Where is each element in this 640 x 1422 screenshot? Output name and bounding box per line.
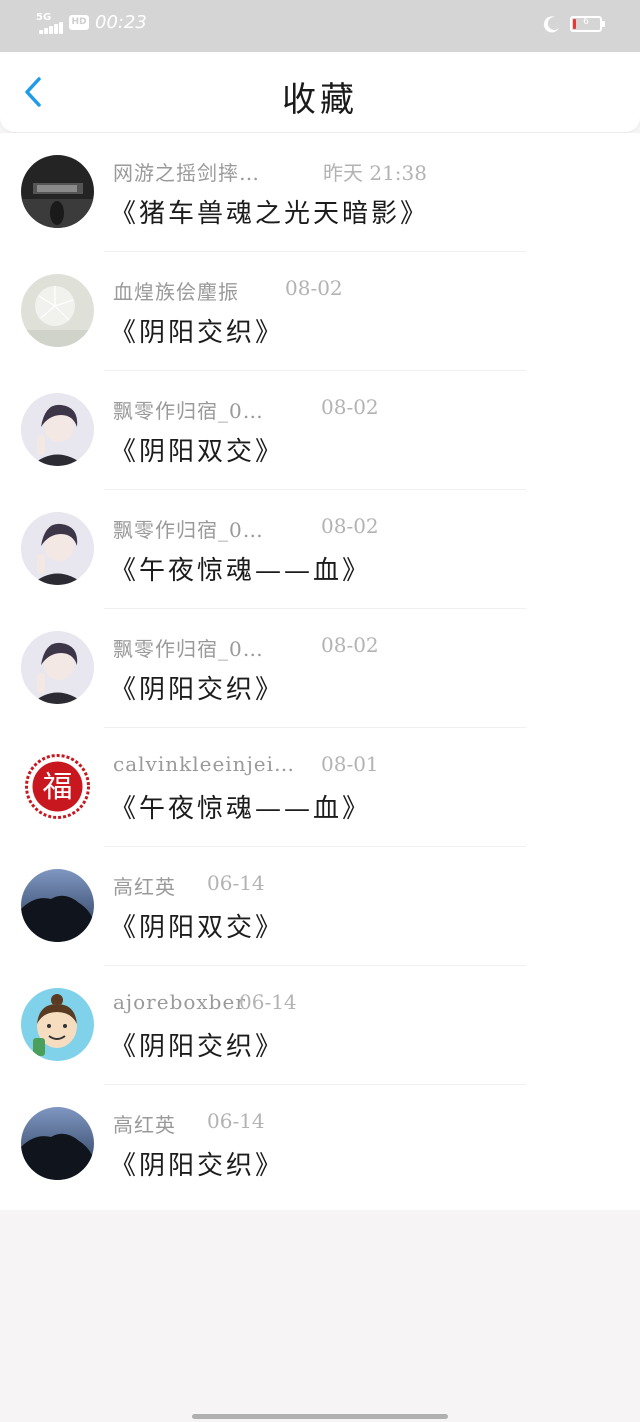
favorite-item[interactable]: 福 calvinkleeinjei… 08-01 《午夜惊魂——血》 bbox=[0, 728, 640, 847]
author-name: calvinkleeinjei… bbox=[113, 752, 295, 776]
post-date: 08-01 bbox=[321, 752, 379, 776]
page-title: 收藏 bbox=[282, 80, 358, 120]
avatar[interactable] bbox=[21, 393, 94, 466]
battery-level: 6 bbox=[583, 17, 589, 27]
favorite-item[interactable]: 飘零作归宿_0… 08-02 《阴阳双交》 bbox=[0, 371, 640, 490]
battery-icon: 6 bbox=[570, 16, 605, 32]
favorite-title: 《阴阳交织》 bbox=[110, 1032, 285, 1062]
post-date: 06-14 bbox=[239, 990, 297, 1014]
clock: 00:23 bbox=[95, 12, 147, 33]
avatar[interactable] bbox=[21, 274, 94, 347]
favorite-item[interactable]: 高红英 06-14 《阴阳交织》 bbox=[0, 1085, 640, 1204]
favorite-meta: 飘零作归宿_0… 08-02 bbox=[113, 514, 379, 544]
author-name: 高红英 bbox=[113, 875, 176, 899]
avatar[interactable] bbox=[21, 512, 94, 585]
favorite-item[interactable]: 飘零作归宿_0… 08-02 《午夜惊魂——血》 bbox=[0, 490, 640, 609]
author-name: 飘零作归宿_0… bbox=[113, 637, 264, 661]
author-name: 高红英 bbox=[113, 1113, 176, 1137]
favorite-title: 《阴阳交织》 bbox=[110, 318, 285, 348]
favorite-meta: 飘零作归宿_0… 08-02 bbox=[113, 395, 379, 425]
avatar[interactable] bbox=[21, 631, 94, 704]
hd-badge: HD bbox=[69, 15, 89, 30]
favorites-list: 网游之摇剑摔… 昨天 21:38 《猪车兽魂之光天暗影》 血煌族侩麈振 08-0… bbox=[0, 133, 640, 1210]
avatar[interactable] bbox=[21, 988, 94, 1061]
signal-icon bbox=[39, 22, 65, 34]
author-name: 飘零作归宿_0… bbox=[113, 518, 264, 542]
post-date: 08-02 bbox=[321, 514, 379, 538]
favorite-title: 《阴阳双交》 bbox=[110, 437, 285, 467]
nav-header: 收藏 bbox=[0, 52, 640, 132]
status-bar: 5G HD 00:23 6 bbox=[0, 0, 640, 52]
author-name: 网游之摇剑摔… bbox=[113, 161, 260, 185]
favorite-title: 《阴阳双交》 bbox=[110, 913, 285, 943]
post-date: 昨天 21:38 bbox=[323, 161, 427, 185]
favorite-meta: 血煌族侩麈振 08-02 bbox=[113, 276, 343, 306]
post-date: 06-14 bbox=[207, 1109, 265, 1133]
favorite-item[interactable]: ajoreboxber 06-14 《阴阳交织》 bbox=[0, 966, 640, 1085]
author-name: 飘零作归宿_0… bbox=[113, 399, 264, 423]
home-indicator[interactable] bbox=[192, 1414, 448, 1419]
favorite-title: 《午夜惊魂——血》 bbox=[110, 556, 372, 586]
avatar-seal-text: 福 bbox=[43, 770, 73, 805]
favorite-meta: ajoreboxber 06-14 bbox=[113, 990, 297, 1020]
favorite-item[interactable]: 网游之摇剑摔… 昨天 21:38 《猪车兽魂之光天暗影》 bbox=[0, 133, 640, 252]
author-name: ajoreboxber bbox=[113, 990, 246, 1014]
moon-icon bbox=[542, 14, 562, 34]
post-date: 06-14 bbox=[207, 871, 265, 895]
favorite-meta: 飘零作归宿_0… 08-02 bbox=[113, 633, 379, 663]
avatar[interactable] bbox=[21, 1107, 94, 1180]
favorite-meta: 高红英 06-14 bbox=[113, 871, 265, 901]
post-date: 08-02 bbox=[321, 395, 379, 419]
favorite-meta: 网游之摇剑摔… 昨天 21:38 bbox=[113, 157, 427, 187]
favorite-item[interactable]: 飘零作归宿_0… 08-02 《阴阳交织》 bbox=[0, 609, 640, 728]
favorite-title: 《阴阳交织》 bbox=[110, 1151, 285, 1181]
avatar[interactable] bbox=[21, 869, 94, 942]
favorite-title: 《午夜惊魂——血》 bbox=[110, 794, 372, 824]
favorite-meta: calvinkleeinjei… 08-01 bbox=[113, 752, 379, 782]
favorite-title: 《猪车兽魂之光天暗影》 bbox=[110, 199, 430, 229]
favorite-title: 《阴阳交织》 bbox=[110, 675, 285, 705]
post-date: 08-02 bbox=[321, 633, 379, 657]
author-name: 血煌族侩麈振 bbox=[113, 280, 239, 304]
avatar[interactable]: 福 bbox=[21, 750, 94, 823]
post-date: 08-02 bbox=[285, 276, 343, 300]
favorite-item[interactable]: 高红英 06-14 《阴阳双交》 bbox=[0, 847, 640, 966]
favorite-meta: 高红英 06-14 bbox=[113, 1109, 265, 1139]
avatar[interactable] bbox=[21, 155, 94, 228]
favorite-item[interactable]: 血煌族侩麈振 08-02 《阴阳交织》 bbox=[0, 252, 640, 371]
